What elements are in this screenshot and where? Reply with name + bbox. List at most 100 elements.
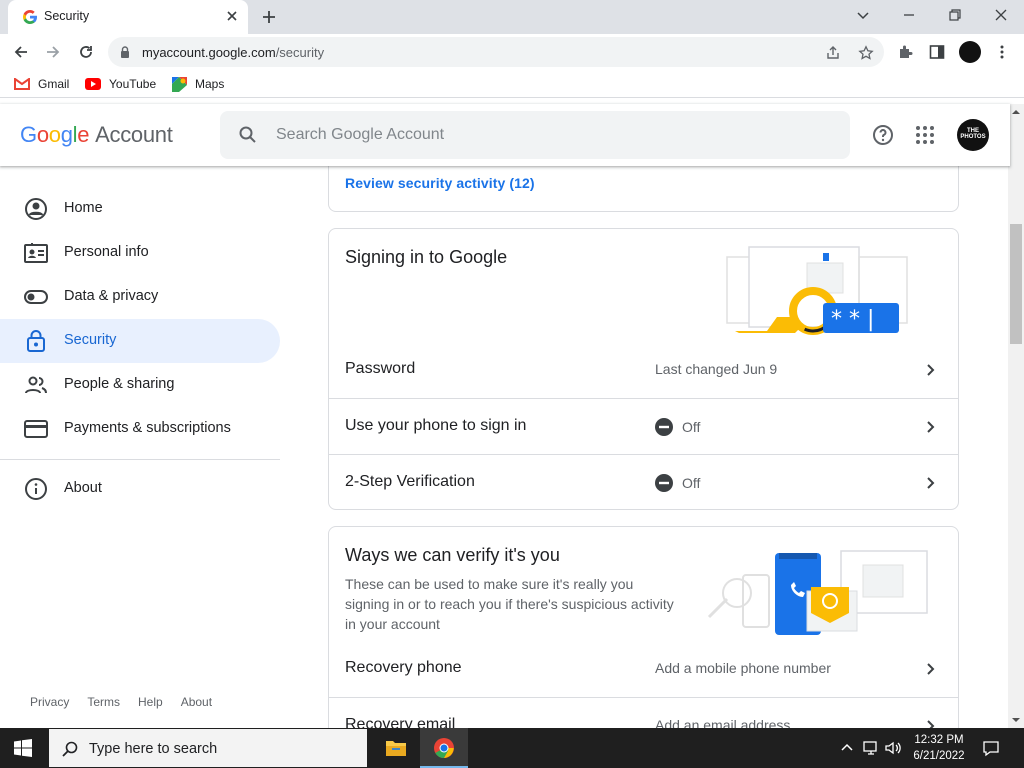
help-icon[interactable] xyxy=(871,123,895,147)
row-label: Recovery phone xyxy=(345,659,462,676)
taskbar-search-text: Type here to search xyxy=(89,741,218,757)
forward-icon[interactable] xyxy=(44,43,62,61)
close-tab-icon[interactable] xyxy=(224,8,240,24)
off-status-icon xyxy=(655,474,673,492)
windows-start-icon[interactable] xyxy=(14,739,32,757)
sidebar-item-label: About xyxy=(64,480,102,496)
new-tab-icon[interactable] xyxy=(260,8,278,26)
gmail-icon xyxy=(14,78,30,90)
settings-row[interactable]: Recovery phone Add a mobile phone number xyxy=(329,641,958,697)
row-value-text: Last changed Jun 9 xyxy=(655,361,778,377)
row-value-text: Off xyxy=(682,475,701,491)
restore-icon[interactable] xyxy=(946,6,964,24)
lock-icon[interactable] xyxy=(118,45,132,59)
chevron-up-icon[interactable] xyxy=(838,739,856,757)
side-panel-icon[interactable] xyxy=(928,43,946,61)
search-input[interactable] xyxy=(276,121,836,149)
sidebar-item-security[interactable]: Security xyxy=(0,319,280,363)
share-icon[interactable] xyxy=(825,45,841,61)
sidebar-item-data-privacy[interactable]: Data & privacy xyxy=(0,275,280,319)
footer-link-about[interactable]: About xyxy=(181,695,212,709)
page-scrollbar[interactable] xyxy=(1008,104,1024,728)
chevron-right-icon xyxy=(927,364,935,376)
google-wordmark: Google xyxy=(20,122,90,147)
row-value-text: Add a mobile phone number xyxy=(655,660,831,676)
youtube-icon xyxy=(85,78,101,90)
verify-card: Ways we can verify it's you These can be… xyxy=(328,526,959,746)
clock-time: 12:32 PM xyxy=(914,734,964,746)
account-search[interactable] xyxy=(220,111,850,159)
bookmark-gmail[interactable]: Gmail xyxy=(14,75,69,93)
sidebar-item-label: Security xyxy=(64,332,117,348)
bookmark-star-icon[interactable] xyxy=(858,45,874,61)
sidebar-item-about[interactable]: About xyxy=(0,467,280,511)
verify-illustration xyxy=(707,550,928,635)
settings-row[interactable]: Password Last changed Jun 9 xyxy=(329,342,958,398)
back-icon[interactable] xyxy=(12,43,30,61)
minimize-icon[interactable] xyxy=(900,6,918,24)
scroll-up-icon[interactable] xyxy=(1012,108,1020,116)
close-window-icon[interactable] xyxy=(992,6,1010,24)
sidebar-nav: Home Personal info Data & privacy Securi… xyxy=(0,166,290,728)
taskbar-search[interactable]: Type here to search xyxy=(48,728,368,768)
footer-link-help[interactable]: Help xyxy=(138,695,163,709)
profile-avatar-small[interactable] xyxy=(959,41,981,63)
address-bar[interactable]: myaccount.google.com/security xyxy=(108,37,884,67)
people-icon xyxy=(25,376,47,394)
sidebar-item-home[interactable]: Home xyxy=(0,187,280,231)
network-icon[interactable] xyxy=(862,739,880,757)
settings-row[interactable]: Use your phone to sign in Off xyxy=(329,398,958,454)
lock-icon xyxy=(27,330,45,352)
sidebar-item-label: Personal info xyxy=(64,244,149,260)
footer-link-privacy[interactable]: Privacy xyxy=(30,695,69,709)
svg-text:* * |: * * | xyxy=(831,307,874,332)
apps-grid-icon[interactable] xyxy=(913,123,937,147)
scrollbar-thumb[interactable] xyxy=(1010,224,1022,344)
search-icon xyxy=(62,741,78,757)
review-security-activity-link[interactable]: Review security activity (12) xyxy=(345,175,535,191)
tab-title: Security xyxy=(44,9,90,23)
tab-search-icon[interactable] xyxy=(854,6,872,24)
bookmark-label: Gmail xyxy=(38,77,70,91)
windows-taskbar: Type here to search 12:32 PM 6/21/2022 xyxy=(0,728,1024,768)
menu-dots-icon[interactable] xyxy=(993,43,1011,61)
avatar[interactable]: THE PHOTOS xyxy=(957,119,989,151)
sidebar-item-label: Home xyxy=(64,200,103,216)
search-icon[interactable] xyxy=(238,125,258,145)
google-account-logo[interactable]: Google Account xyxy=(20,122,173,148)
avatar-text: THE PHOTOS xyxy=(960,128,986,140)
bookmark-youtube[interactable]: YouTube xyxy=(85,75,156,93)
browser-tab[interactable]: Security xyxy=(8,0,248,34)
recent-activity-card: Review security activity (12) xyxy=(328,158,959,212)
chevron-right-icon xyxy=(927,477,935,489)
file-explorer-app[interactable] xyxy=(372,728,420,768)
id-card-icon xyxy=(24,243,48,263)
folder-icon xyxy=(386,741,406,756)
extensions-icon[interactable] xyxy=(897,43,915,61)
toggle-icon xyxy=(24,290,48,304)
card-icon xyxy=(24,420,48,438)
reload-icon[interactable] xyxy=(77,43,95,61)
sidebar-item-personal-info[interactable]: Personal info xyxy=(0,231,280,275)
settings-row[interactable]: 2-Step Verification Off xyxy=(329,454,958,510)
footer-link-terms[interactable]: Terms xyxy=(87,695,120,709)
sidebar-item-payments[interactable]: Payments & subscriptions xyxy=(0,407,280,451)
clock-date: 6/21/2022 xyxy=(913,750,965,762)
chevron-right-icon xyxy=(927,421,935,433)
scroll-down-icon[interactable] xyxy=(1012,716,1020,724)
volume-icon[interactable] xyxy=(884,739,902,757)
notifications-icon[interactable] xyxy=(982,739,1000,757)
system-clock[interactable]: 12:32 PM 6/21/2022 xyxy=(904,732,974,764)
bookmarks-bar: Gmail YouTube Maps xyxy=(0,70,1024,98)
sidebar-divider xyxy=(0,459,280,460)
maps-icon xyxy=(172,76,187,92)
row-label: Use your phone to sign in xyxy=(345,417,527,434)
signin-illustration: * * | xyxy=(726,246,908,335)
footer-links: Privacy Terms Help About xyxy=(30,695,230,709)
sidebar-item-people-sharing[interactable]: People & sharing xyxy=(0,363,280,407)
off-status-icon xyxy=(655,418,673,436)
browser-toolbar: myaccount.google.com/security xyxy=(0,34,1024,70)
chrome-app[interactable] xyxy=(420,728,468,768)
tab-strip: Security xyxy=(0,0,1024,34)
bookmark-maps[interactable]: Maps xyxy=(172,75,224,93)
